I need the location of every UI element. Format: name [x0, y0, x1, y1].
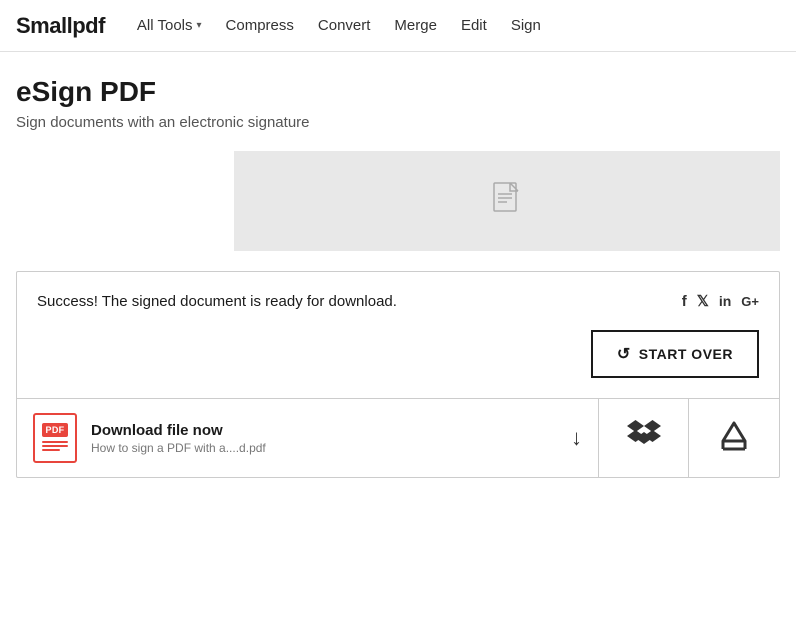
social-icons: f 𝕏 in G+ — [682, 292, 759, 310]
drop-zone[interactable] — [234, 151, 780, 251]
page-subtitle: Sign documents with an electronic signat… — [16, 114, 780, 131]
nav-merge[interactable]: Merge — [394, 17, 437, 34]
twitter-icon[interactable]: 𝕏 — [697, 292, 709, 310]
download-main: PDF Download file now How to sign a PDF … — [17, 399, 599, 477]
pdf-file-icon: PDF — [33, 413, 77, 463]
pdf-line-3 — [42, 449, 60, 451]
nav-convert[interactable]: Convert — [318, 17, 371, 34]
dropbox-button[interactable] — [599, 399, 689, 477]
nav-edit[interactable]: Edit — [461, 17, 487, 34]
download-arrow-icon[interactable]: ↓ — [571, 425, 582, 451]
start-over-button[interactable]: ↺ START OVER — [591, 330, 759, 378]
file-icon — [493, 182, 521, 221]
google-drive-icon — [717, 421, 751, 455]
restart-icon: ↺ — [617, 344, 631, 364]
success-message: Success! The signed document is ready fo… — [37, 293, 397, 310]
main-content: eSign PDF Sign documents with an electro… — [0, 52, 796, 494]
nav-sign[interactable]: Sign — [511, 17, 541, 34]
nav-all-tools[interactable]: All Tools ▾ — [137, 17, 202, 34]
linkedin-icon[interactable]: in — [719, 293, 731, 309]
pdf-line-2 — [42, 445, 68, 447]
nav-label-merge: Merge — [394, 17, 437, 34]
nav-label-all-tools: All Tools — [137, 17, 193, 34]
nav-label-edit: Edit — [461, 17, 487, 34]
nav-compress[interactable]: Compress — [226, 17, 294, 34]
nav-label-sign: Sign — [511, 17, 541, 34]
download-title: Download file now — [91, 422, 557, 439]
page-title: eSign PDF — [16, 76, 780, 108]
facebook-icon[interactable]: f — [682, 293, 687, 310]
nav-label-convert: Convert — [318, 17, 371, 34]
dropbox-icon — [627, 420, 661, 457]
googleplus-icon[interactable]: G+ — [741, 294, 759, 309]
start-over-row: ↺ START OVER — [17, 322, 779, 398]
chevron-down-icon: ▾ — [197, 20, 202, 31]
nav: All Tools ▾ Compress Convert Merge Edit … — [137, 17, 541, 34]
pdf-lines — [42, 441, 68, 453]
pdf-line-1 — [42, 441, 68, 443]
success-top: Success! The signed document is ready fo… — [17, 272, 779, 322]
nav-label-compress: Compress — [226, 17, 294, 34]
logo[interactable]: Smallpdf — [16, 13, 105, 39]
download-row: PDF Download file now How to sign a PDF … — [17, 398, 779, 477]
download-text-block: Download file now How to sign a PDF with… — [91, 422, 557, 455]
header: Smallpdf All Tools ▾ Compress Convert Me… — [0, 0, 796, 52]
download-subtitle: How to sign a PDF with a....d.pdf — [91, 441, 557, 455]
pdf-label: PDF — [42, 423, 69, 437]
success-box: Success! The signed document is ready fo… — [16, 271, 780, 478]
google-drive-button[interactable] — [689, 399, 779, 477]
start-over-label: START OVER — [639, 346, 733, 362]
